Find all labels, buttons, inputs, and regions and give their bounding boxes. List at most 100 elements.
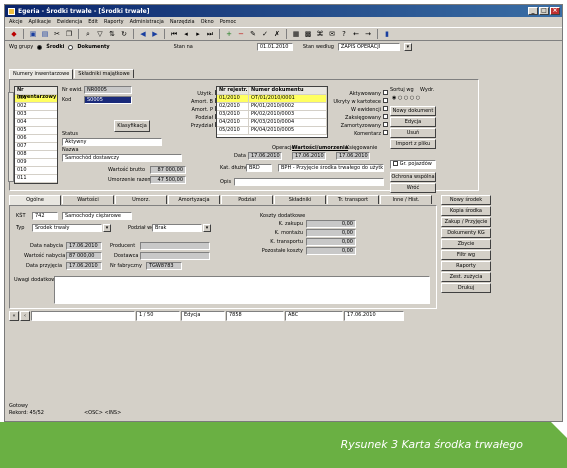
doc-checkbox[interactable]	[383, 98, 388, 103]
detail-tab[interactable]: Tr. transport	[327, 195, 379, 204]
vehicle-group-check[interactable]: Gr. pojazdów	[390, 160, 436, 169]
inventory-row[interactable]: 006	[15, 135, 57, 143]
arrow-right-icon[interactable]: →	[363, 29, 373, 39]
side-action-button[interactable]: Nowy środek	[441, 195, 491, 205]
prev-record-icon[interactable]: ◂	[181, 29, 191, 39]
document-row[interactable]: 05/2010 PK/04/2010/0005	[217, 127, 327, 135]
first-record-icon[interactable]: ⏮	[169, 29, 179, 39]
next-record-icon[interactable]: ▸	[193, 29, 203, 39]
exit-icon[interactable]: ◆	[9, 29, 19, 39]
radio-srodki[interactable]	[37, 44, 43, 50]
status-field[interactable]: Aktywny	[62, 138, 162, 146]
doc-checkbox[interactable]	[383, 106, 388, 111]
list-scrollbar[interactable]	[8, 92, 14, 182]
menu-item[interactable]: Pomoc	[220, 18, 237, 26]
search-icon[interactable]: ⌕	[83, 29, 93, 39]
window-icon[interactable]: ▮	[382, 29, 392, 39]
tab-inventory-numbers[interactable]: Numery inwentarzowe	[9, 69, 74, 79]
split-dropdown-button[interactable]: ▾	[203, 224, 211, 232]
arrow-left-icon[interactable]: ←	[351, 29, 361, 39]
detail-tab[interactable]: Podział	[221, 195, 273, 204]
doc-date-2[interactable]: 17.06.2010	[292, 152, 326, 160]
inventory-row[interactable]: 003	[15, 111, 57, 119]
mail-icon[interactable]: ✉	[327, 29, 337, 39]
doc-subtab-posting[interactable]: Księgowanie	[346, 144, 377, 152]
document-row[interactable]: 03/2010 PK/02/2010/0003	[217, 111, 327, 119]
cut-icon[interactable]: ✂	[52, 29, 62, 39]
calc-icon[interactable]: ▩	[303, 29, 313, 39]
doc-subtab-values[interactable]: Wartości/umorzenia	[292, 144, 348, 152]
forward-icon[interactable]: ▶	[150, 29, 160, 39]
side-action-button[interactable]: Filtr wg	[441, 250, 491, 260]
document-row[interactable]: 01/2010 OT/01/2010/0001	[217, 95, 327, 103]
state-by-select[interactable]: ZAPIS OPERACJI	[337, 43, 400, 51]
inventory-row[interactable]: 009	[15, 159, 57, 167]
inventory-row[interactable]: 002	[15, 103, 57, 111]
close-button[interactable]: ×	[550, 7, 560, 15]
minimize-button[interactable]: _	[528, 7, 538, 15]
type-select[interactable]: Środek trwały	[32, 224, 102, 232]
extra-cost-field[interactable]: 0,00	[306, 247, 356, 255]
detail-tab[interactable]: Wartości	[62, 195, 114, 204]
doc-checkbox[interactable]	[383, 122, 388, 127]
cancel-icon[interactable]: ✗	[272, 29, 282, 39]
doc-action-button[interactable]: Usuń	[390, 128, 436, 138]
doc-checkbox[interactable]	[383, 90, 388, 95]
side-action-button[interactable]: Drukuj	[441, 283, 491, 293]
menu-item[interactable]: Aplikacje	[29, 18, 51, 26]
acceptance-date-field[interactable]: 17.06.2010	[66, 262, 102, 270]
radio-dokumenty[interactable]	[68, 44, 74, 50]
document-row[interactable]: 04/2010 PK/03/2010/0004	[217, 119, 327, 127]
split-select[interactable]: Brak	[152, 224, 202, 232]
detail-tab[interactable]: Składniki	[274, 195, 326, 204]
extra-cost-field[interactable]: 0,00	[306, 238, 356, 246]
chart-icon[interactable]: ▦	[291, 29, 301, 39]
inventory-row[interactable]: 011	[15, 175, 57, 183]
inventory-row[interactable]: 007	[15, 143, 57, 151]
notes-field[interactable]	[54, 276, 430, 304]
inventory-row[interactable]: 005	[15, 127, 57, 135]
refresh-icon[interactable]: ↻	[119, 29, 129, 39]
back-icon[interactable]: ◀	[138, 29, 148, 39]
detail-tab[interactable]: Umorz.	[115, 195, 167, 204]
name-field[interactable]: Samochód dostawczy	[62, 154, 182, 162]
document-row[interactable]: 02/2010 PK/01/2010/0002	[217, 103, 327, 111]
print-icon[interactable]: ▤	[40, 29, 50, 39]
add-record-icon[interactable]: +	[224, 29, 234, 39]
tab-asset-components[interactable]: Składniki majątkowe	[74, 69, 134, 78]
delete-record-icon[interactable]: −	[236, 29, 246, 39]
inventory-row[interactable]: 010	[15, 167, 57, 175]
serial-number-field[interactable]: TGW8783	[146, 262, 182, 270]
doc-checkbox[interactable]	[383, 114, 388, 119]
account-desc-field[interactable]: BPH - Przyjęcie środka trwałego do użytk…	[278, 164, 384, 172]
extra-cost-field[interactable]: 0,00	[306, 220, 356, 228]
copy-icon[interactable]: ❐	[64, 29, 74, 39]
inventory-row[interactable]: 008	[15, 151, 57, 159]
accept-icon[interactable]: ✓	[260, 29, 270, 39]
doc-action-button[interactable]: Edycja	[390, 117, 436, 127]
side-action-button[interactable]: Dokumenty KG	[441, 228, 491, 238]
description-field[interactable]	[234, 178, 384, 186]
code-field[interactable]: S0005	[84, 96, 132, 104]
nav-prev-button[interactable]: ‹	[20, 311, 30, 321]
extra-cost-field[interactable]: 0,00	[306, 229, 356, 237]
supplier-field[interactable]	[140, 252, 210, 260]
side-action-button[interactable]: Zest. zużycia	[441, 272, 491, 282]
acquisition-date-field[interactable]: 17.06.2010	[66, 242, 102, 250]
record-number-field[interactable]: NR0005	[84, 86, 132, 94]
state-date-field[interactable]: 01.01.2010	[256, 43, 293, 51]
account-code-field[interactable]: BRD	[246, 164, 272, 172]
detail-tab[interactable]: Inne / Hist.	[380, 195, 432, 204]
side-action-button[interactable]: Zbycie	[441, 239, 491, 249]
doc-date-1[interactable]: 17.06.2010	[248, 152, 282, 160]
edit-record-icon[interactable]: ✎	[248, 29, 258, 39]
menu-item[interactable]: Okno	[201, 18, 214, 26]
kst-field[interactable]: 742	[32, 212, 58, 220]
doc-action-button[interactable]: Nowy dokument	[390, 106, 436, 116]
doc-date-3[interactable]: 17.06.2010	[336, 152, 370, 160]
menu-item[interactable]: Edit	[88, 18, 98, 26]
nav-first-button[interactable]: «	[9, 311, 19, 321]
detail-tab[interactable]: Amortyzacja	[168, 195, 220, 204]
type-dropdown-button[interactable]: ▾	[103, 224, 111, 232]
filter-icon[interactable]: ▽	[95, 29, 105, 39]
